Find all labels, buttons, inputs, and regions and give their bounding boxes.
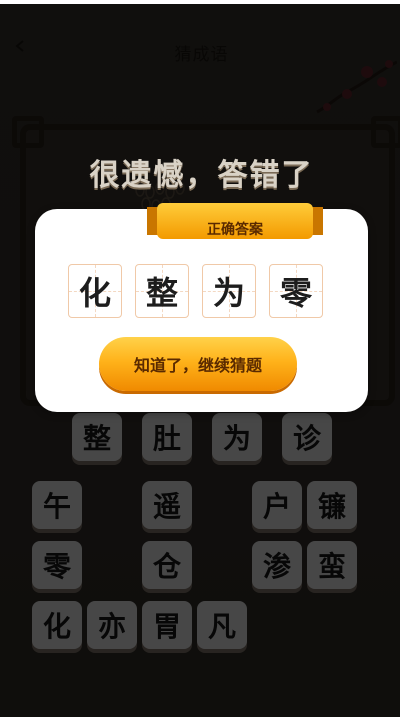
char-tile[interactable]: 蛮 [307,541,357,589]
frame-corner [12,116,44,148]
char-tile[interactable]: 肚 [142,413,192,461]
char-tile[interactable]: 化 [32,601,82,649]
char-tile[interactable]: 遥 [142,481,192,529]
char-tile[interactable]: 凡 [197,601,247,649]
top-edge [0,0,403,4]
answer-char-cell: 为 [202,264,256,318]
correct-answer-dialog: 正确答案 化 整 为 零 知道了，继续猜题 [35,203,368,412]
char-tile[interactable]: 诊 [282,413,332,461]
char-tile[interactable]: 亦 [87,601,137,649]
char-tile[interactable]: 胃 [142,601,192,649]
answer-char-cell: 整 [135,264,189,318]
answer-char-cell: 化 [68,264,122,318]
char-tile[interactable]: 户 [252,481,302,529]
ribbon-label: 正确答案 [207,222,263,238]
char-tile[interactable]: 为 [212,413,262,461]
char-tile[interactable]: 整 [72,413,122,461]
result-headline-visible: 很遗憾，答错了 [89,158,314,193]
char-tile[interactable]: 零 [32,541,82,589]
continue-button[interactable]: 知道了，继续猜题 [99,337,297,391]
char-tile[interactable]: 午 [32,481,82,529]
char-tile[interactable]: 仓 [142,541,192,589]
answer-char-cell: 零 [269,264,323,318]
char-tile[interactable]: 镰 [307,481,357,529]
char-tile[interactable]: 渗 [252,541,302,589]
frame-corner [371,116,403,148]
